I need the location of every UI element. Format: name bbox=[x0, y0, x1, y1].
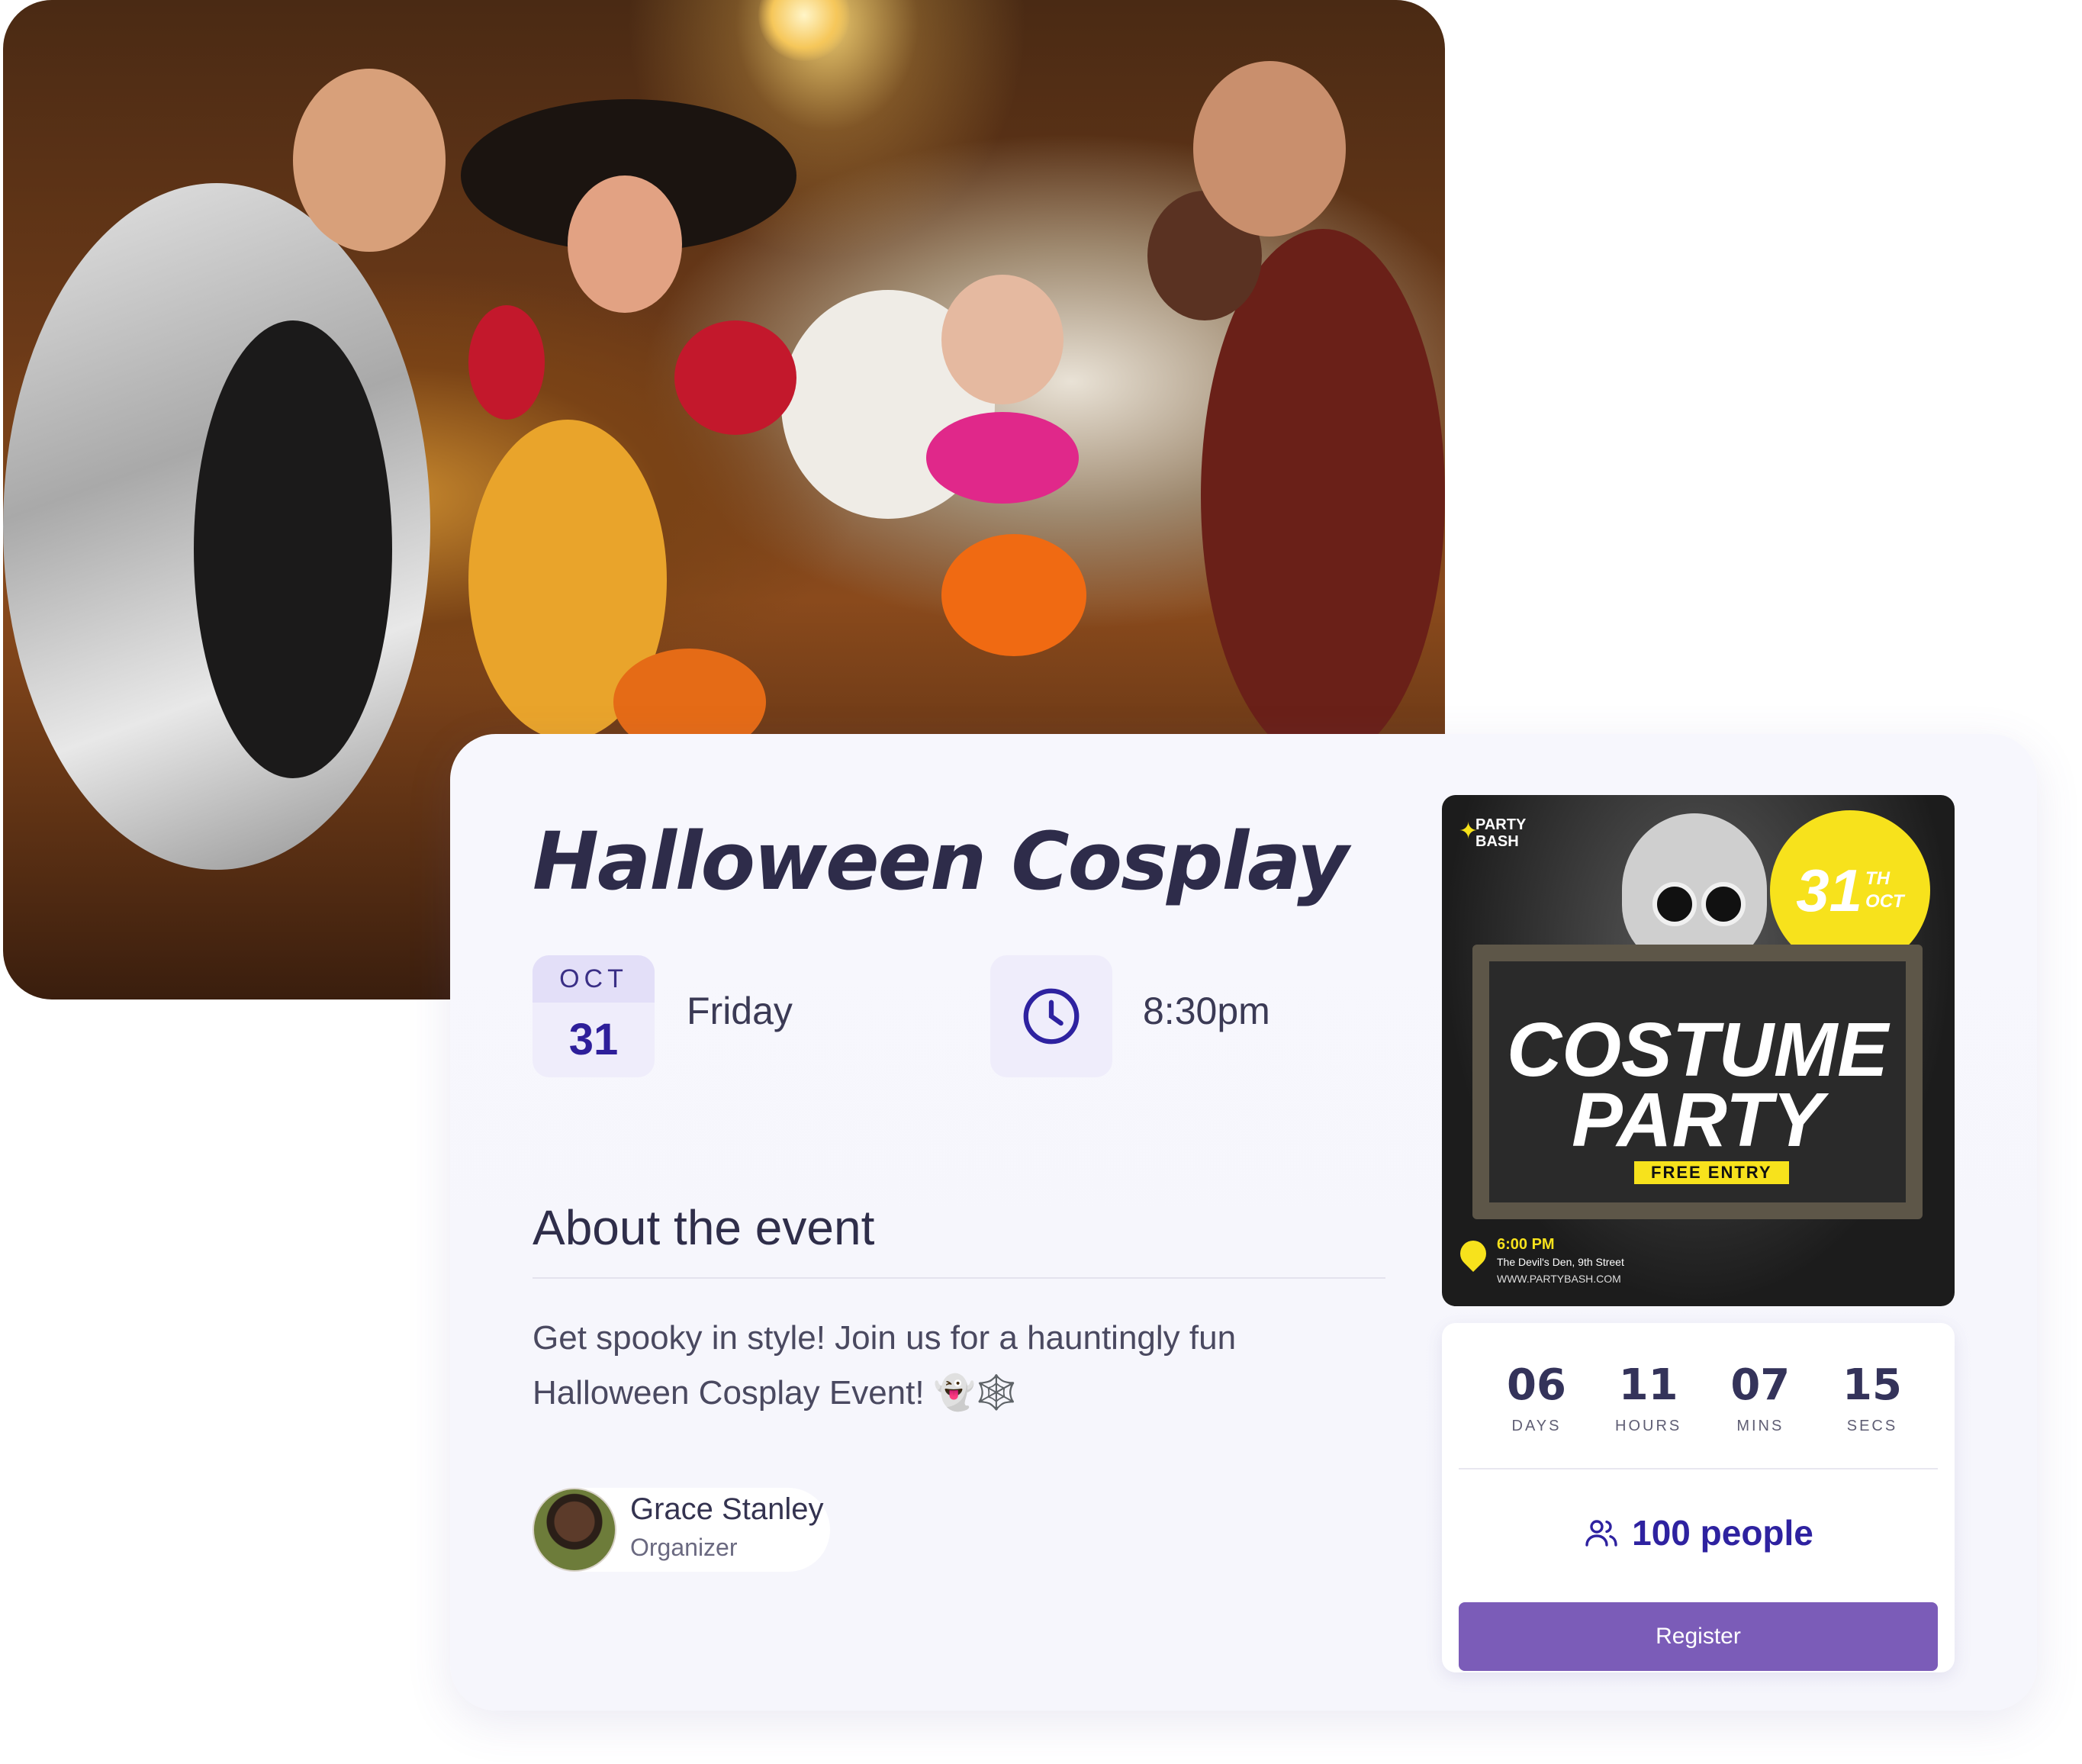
poster-title: COSTUME PARTY bbox=[1489, 1007, 1906, 1163]
organizer-name: Grace Stanley bbox=[630, 1492, 824, 1526]
countdown-hours: 11 HOURS bbox=[1603, 1361, 1694, 1435]
date-day: 31 bbox=[568, 1015, 619, 1064]
register-button[interactable]: Register bbox=[1459, 1602, 1938, 1671]
badge-month: OCT bbox=[1865, 891, 1904, 912]
organizer-chip[interactable]: Grace Stanley Organizer bbox=[533, 1488, 830, 1572]
countdown-label: SECS bbox=[1846, 1418, 1898, 1434]
skull-eye bbox=[1701, 882, 1746, 926]
event-poster: ✦ PARTY BASH 31 TH OCT COSTUME PARTY FRE… bbox=[1442, 795, 1955, 1306]
people-icon bbox=[1585, 1520, 1617, 1547]
person-face bbox=[568, 175, 682, 313]
date-tile: OCT 31 bbox=[533, 955, 655, 1077]
poster-brand: PARTY BASH bbox=[1475, 816, 1526, 850]
countdown-label: DAYS bbox=[1511, 1418, 1562, 1434]
free-entry-banner: FREE ENTRY bbox=[1634, 1161, 1789, 1184]
pink-glove bbox=[926, 412, 1079, 504]
about-heading: About the event bbox=[533, 1200, 875, 1255]
countdown: 06 DAYS 11 HOURS 07 MINS 15 SECS bbox=[1491, 1361, 1918, 1435]
person-face bbox=[293, 69, 446, 252]
time-tile bbox=[990, 955, 1112, 1077]
event-time: 8:30pm bbox=[1143, 990, 1270, 1032]
countdown-value: 11 bbox=[1618, 1360, 1678, 1410]
event-card: Halloween Cosplay OCT 31 Friday 8:30pm A… bbox=[450, 734, 2037, 1711]
countdown-value: 07 bbox=[1730, 1360, 1791, 1410]
skull-eye bbox=[1652, 882, 1697, 926]
countdown-mins: 07 MINS bbox=[1714, 1361, 1806, 1435]
chalkboard: COSTUME PARTY FREE ENTRY bbox=[1472, 945, 1923, 1219]
poster-title-line1: COSTUME bbox=[1507, 1007, 1888, 1093]
skull-illustration bbox=[1622, 813, 1767, 966]
avatar bbox=[533, 1488, 616, 1572]
countdown-value: 06 bbox=[1507, 1360, 1566, 1410]
countdown-value: 15 bbox=[1842, 1360, 1902, 1410]
pirate-shirt bbox=[1201, 229, 1445, 763]
poster-brand-line1: PARTY bbox=[1475, 816, 1527, 833]
countdown-days: 06 DAYS bbox=[1491, 1361, 1582, 1435]
event-weekday: Friday bbox=[687, 990, 793, 1032]
poster-time: 6:00 PM bbox=[1497, 1236, 1555, 1253]
person-face bbox=[1193, 61, 1346, 237]
location-pin-icon bbox=[1454, 1234, 1492, 1273]
poster-address: The Devil's Den, 9th Street bbox=[1497, 1256, 1624, 1268]
event-title: Halloween Cosplay bbox=[533, 815, 1349, 908]
person-face bbox=[941, 275, 1064, 404]
poster-url: WWW.PARTYBASH.COM bbox=[1497, 1273, 1621, 1285]
badge-day: 31 bbox=[1796, 856, 1863, 924]
light-bulb bbox=[758, 0, 850, 61]
divider bbox=[533, 1277, 1385, 1279]
countdown-label: MINS bbox=[1736, 1418, 1784, 1434]
attendee-count: 100 people bbox=[1442, 1512, 1955, 1553]
red-glove bbox=[674, 320, 796, 435]
badge-suffix: TH bbox=[1865, 868, 1891, 889]
clock-icon bbox=[1023, 988, 1080, 1045]
attendee-text: 100 people bbox=[1632, 1513, 1813, 1553]
about-text: Get spooky in style! Join us for a haunt… bbox=[533, 1319, 1237, 1412]
date-month: OCT bbox=[533, 955, 655, 1003]
poster-brand-line2: BASH bbox=[1475, 833, 1519, 850]
divider bbox=[1459, 1468, 1938, 1469]
pumpkin-bucket bbox=[941, 534, 1086, 656]
poster-title-line2: PARTY bbox=[1572, 1077, 1823, 1163]
countdown-card: 06 DAYS 11 HOURS 07 MINS 15 SECS 100 peo… bbox=[1442, 1323, 1955, 1672]
countdown-secs: 15 SECS bbox=[1826, 1361, 1918, 1435]
countdown-label: HOURS bbox=[1615, 1418, 1682, 1434]
black-vest bbox=[194, 320, 392, 778]
organizer-role: Organizer bbox=[630, 1534, 738, 1561]
red-glove bbox=[468, 305, 545, 420]
